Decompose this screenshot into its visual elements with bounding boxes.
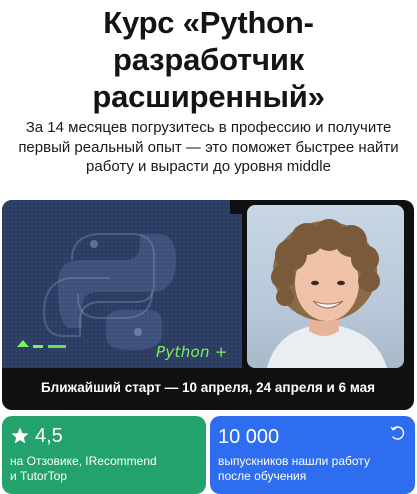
course-title-line: расширенный» (92, 79, 325, 114)
python-plus-logo: Python + (156, 343, 228, 361)
rating-sources: на Отзовике, IRecommend и TutorTop (10, 454, 157, 484)
rating-row: 4,5 (10, 425, 63, 447)
star-icon (11, 427, 29, 444)
rating-sources-line: на Отзовике, IRecommend (10, 454, 157, 468)
portrait-illustration (267, 219, 387, 368)
next-start-dates: Ближайший старт — 10 апреля, 24 апреля и… (40, 380, 376, 395)
course-title: Курс «Python- разработчик расширенный» (0, 4, 417, 115)
redo-arrow-icon (390, 426, 405, 440)
instructor-photo (247, 205, 404, 368)
description-line: работу и вырасти до уровня middle (86, 158, 331, 175)
description-line: За 14 месяцев погрузитесь в профессию и … (25, 119, 392, 136)
description-line: первый реальный опыт — это поможет быстр… (18, 138, 399, 156)
panel-notch (230, 200, 242, 214)
rating-sources-line: и TutorTop (10, 469, 67, 483)
graduates-card: 10 000 выпускников нашли работу после об… (210, 416, 415, 494)
graduates-description-line: выпускников нашли работу (218, 454, 370, 468)
graduates-description: выпускников нашли работу после обучения (218, 454, 370, 484)
graduates-count: 10 000 (218, 426, 280, 448)
course-title-line: разработчик (112, 42, 304, 77)
course-description: За 14 месяцев погрузитесь в профессию и … (0, 118, 417, 177)
graduates-description-line: после обучения (218, 469, 307, 483)
course-hero-banner: Python + Ближайший старт — 10 апреля, 24… (2, 200, 414, 410)
course-title-line: Курс «Python- (103, 5, 314, 40)
rating-card: 4,5 на Отзовике, IRecommend и TutorTop (2, 416, 206, 494)
rating-value: 4,5 (35, 425, 63, 447)
